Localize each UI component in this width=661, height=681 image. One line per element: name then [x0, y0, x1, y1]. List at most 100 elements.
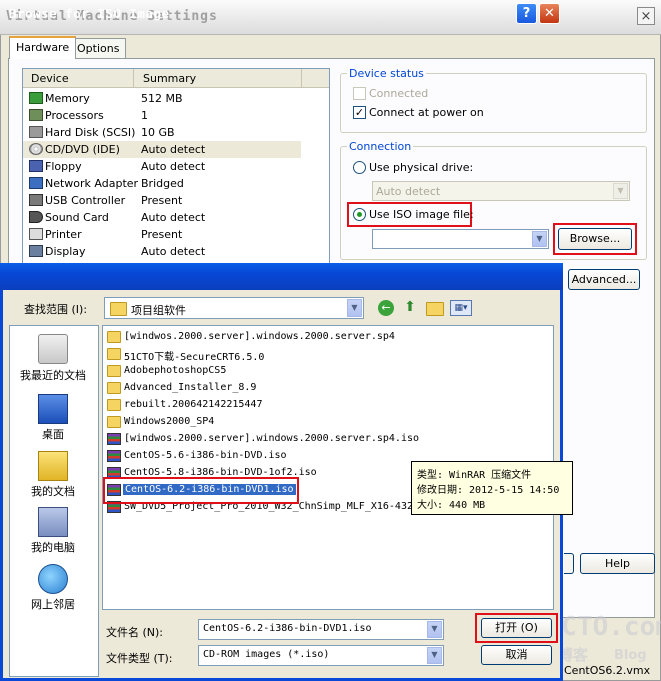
- connect-at-power-on-label: Connect at power on: [369, 106, 484, 119]
- sound-card-icon: [29, 211, 43, 223]
- place-desktop[interactable]: 桌面: [10, 394, 96, 442]
- up-folder-icon[interactable]: ⬆: [402, 299, 418, 316]
- device-name: Hard Disk (SCSI): [45, 126, 136, 139]
- winrar-archive-icon: [107, 433, 121, 445]
- browse-button[interactable]: Browse...: [558, 228, 632, 250]
- network-adapter-icon: [29, 177, 43, 189]
- device-summary: Present: [141, 228, 183, 241]
- advanced-button[interactable]: Advanced...: [568, 269, 640, 290]
- device-name: Floppy: [45, 160, 82, 173]
- connected-checkbox[interactable]: [353, 87, 366, 100]
- folder-icon: [107, 382, 121, 394]
- tooltip-type: 类型: WinRAR 压缩文件: [417, 470, 532, 481]
- filetype-label: 文件类型 (T):: [106, 652, 173, 665]
- device-summary: Auto detect: [141, 143, 206, 156]
- connection-title: Connection: [347, 140, 414, 153]
- connect-at-power-on-checkbox[interactable]: ✓: [353, 106, 366, 119]
- physical-drive-value: Auto detect: [376, 185, 441, 198]
- browse-iso-titlebar: [0, 263, 563, 290]
- usb-icon: [29, 194, 43, 206]
- use-iso-image-label: Use ISO image file:: [369, 208, 474, 221]
- device-row-display[interactable]: Display Auto detect: [23, 243, 329, 260]
- cancel-button[interactable]: 取消: [481, 645, 552, 665]
- device-row-network-adapter[interactable]: Network Adapter Bridged: [23, 175, 329, 192]
- chevron-down-icon: ▼: [427, 647, 442, 664]
- summary-column-header[interactable]: Summary: [143, 72, 196, 85]
- use-physical-drive-radio[interactable]: [353, 161, 366, 174]
- vm-settings-close-button[interactable]: ×: [637, 7, 655, 25]
- view-menu-icon[interactable]: ▦▾: [450, 300, 472, 316]
- device-name: Memory: [45, 92, 90, 105]
- physical-drive-select[interactable]: Auto detect ▼: [372, 181, 630, 201]
- vmx-filename: CentOS6.2.vmx: [564, 664, 651, 677]
- place-my-computer[interactable]: 我的电脑: [10, 507, 96, 555]
- file-tooltip: 类型: WinRAR 压缩文件 修改日期: 2012-5-15 14:50 大小…: [411, 461, 573, 515]
- device-status-title: Device status: [347, 67, 426, 80]
- place-recent[interactable]: 我最近的文档: [10, 334, 96, 384]
- place-label: 我的电脑: [31, 541, 75, 554]
- dialog-close-button[interactable]: ✕: [539, 3, 560, 24]
- chevron-down-icon: ▼: [347, 299, 362, 317]
- device-name: Display: [45, 245, 86, 258]
- device-column-header[interactable]: Device: [31, 72, 69, 85]
- tab-hardware[interactable]: Hardware: [9, 36, 77, 59]
- device-row-floppy[interactable]: Floppy Auto detect: [23, 158, 329, 175]
- browse-iso-title: Browse for ISO Image: [9, 6, 170, 21]
- device-summary: 1: [141, 109, 148, 122]
- device-name: Printer: [45, 228, 82, 241]
- device-list[interactable]: Device Summary Memory 512 MB Processors …: [22, 68, 330, 270]
- device-row-hard-disk[interactable]: Hard Disk (SCSI) 10 GB: [23, 124, 329, 141]
- look-in-label: 查找范围 (I):: [24, 303, 88, 316]
- printer-icon: [29, 228, 43, 240]
- folder-icon: [107, 348, 121, 360]
- ok-cancel-button-edge[interactable]: [564, 553, 574, 574]
- connected-label: Connected: [369, 87, 429, 100]
- device-name: USB Controller: [45, 194, 126, 207]
- device-status-group: Device status: [340, 67, 647, 133]
- hard-disk-icon: [29, 126, 43, 138]
- device-name: CD/DVD (IDE): [45, 143, 120, 156]
- back-icon[interactable]: ←: [378, 300, 394, 316]
- place-label: 我最近的文档: [20, 369, 86, 382]
- device-name: Sound Card: [45, 211, 109, 224]
- new-folder-icon[interactable]: [426, 302, 444, 316]
- tooltip-size: 大小: 440 MB: [417, 500, 486, 511]
- folder-icon: [110, 302, 127, 316]
- my-documents-icon: [38, 451, 68, 481]
- device-row-usb-controller[interactable]: USB Controller Present: [23, 192, 329, 209]
- open-button[interactable]: 打开 (O): [481, 618, 552, 638]
- chevron-down-icon: ▼: [427, 621, 442, 638]
- iso-image-path-input[interactable]: ▼: [372, 229, 549, 249]
- device-summary: Present: [141, 194, 183, 207]
- use-iso-image-radio[interactable]: [353, 208, 366, 221]
- desktop-icon: [38, 394, 68, 424]
- device-row-cd-dvd[interactable]: CD/DVD (IDE) Auto detect: [23, 141, 301, 158]
- watermark-blog-en: Blog: [614, 648, 647, 663]
- cd-dvd-icon: [29, 143, 43, 155]
- device-row-printer[interactable]: Printer Present: [23, 226, 329, 243]
- device-summary: 512 MB: [141, 92, 183, 105]
- tab-options[interactable]: Options: [70, 38, 127, 58]
- filetype-value: CD-ROM images (*.iso): [203, 649, 330, 660]
- help-button[interactable]: Help: [580, 553, 655, 574]
- header-divider: [133, 69, 134, 87]
- selected-iso-highlight: [103, 477, 299, 504]
- device-list-header: Device Summary: [23, 69, 329, 88]
- look-in-select[interactable]: 项目组软件 ▼: [104, 297, 364, 319]
- device-row-processors[interactable]: Processors 1: [23, 107, 329, 124]
- device-row-memory[interactable]: Memory 512 MB: [23, 90, 329, 107]
- place-my-documents[interactable]: 我的文档: [10, 451, 96, 499]
- folder-icon: [107, 365, 121, 377]
- use-physical-drive-label: Use physical drive:: [369, 161, 474, 174]
- dialog-help-button[interactable]: ?: [516, 3, 537, 24]
- place-label: 桌面: [42, 428, 64, 441]
- recent-documents-icon: [38, 334, 68, 364]
- filename-input[interactable]: CentOS-6.2-i386-bin-DVD1.iso ▼: [198, 619, 444, 640]
- filetype-select[interactable]: CD-ROM images (*.iso) ▼: [198, 645, 444, 666]
- folder-icon: [107, 399, 121, 411]
- header-divider: [301, 69, 302, 87]
- place-network[interactable]: 网上邻居: [10, 564, 96, 612]
- device-summary: 10 GB: [141, 126, 175, 139]
- device-summary: Auto detect: [141, 160, 206, 173]
- device-row-sound-card[interactable]: Sound Card Auto detect: [23, 209, 329, 226]
